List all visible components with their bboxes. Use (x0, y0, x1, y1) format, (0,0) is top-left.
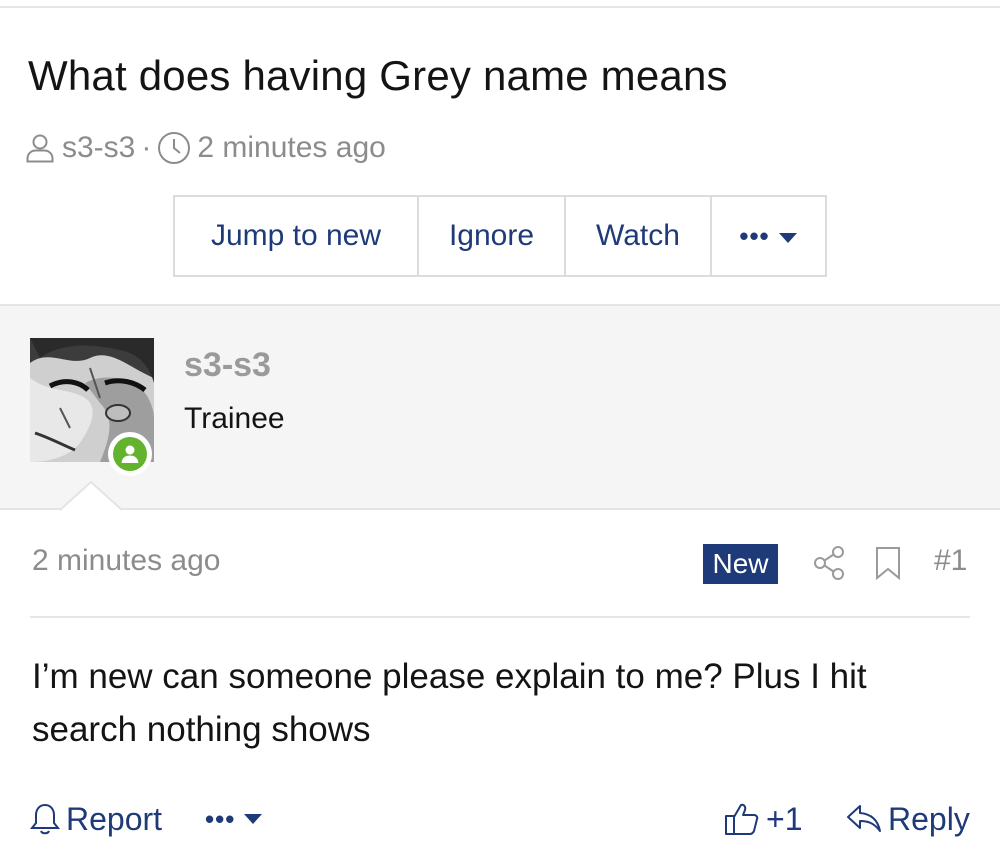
bell-icon (30, 802, 60, 836)
post-divider (30, 616, 970, 618)
bookmark-icon[interactable] (873, 545, 903, 586)
reply-label: Reply (888, 800, 970, 837)
thumbs-up-icon (724, 801, 760, 837)
online-status-icon (108, 432, 152, 476)
caret-down-icon (778, 219, 798, 253)
ignore-button[interactable]: Ignore (419, 197, 566, 275)
report-label: Report (66, 800, 163, 837)
react-button[interactable]: +1 (724, 796, 802, 842)
user-panel-pointer (59, 480, 123, 512)
reply-icon (846, 803, 882, 835)
report-button[interactable]: Report (30, 796, 162, 842)
new-badge: New (703, 544, 778, 584)
thread-author-link[interactable]: s3-s3 (62, 131, 135, 165)
post-user-panel: s3-s3 Trainee (0, 304, 1000, 510)
react-label: +1 (766, 800, 803, 837)
post-more-button[interactable]: ••• (205, 796, 263, 842)
top-divider (0, 6, 1000, 8)
caret-down-icon (243, 812, 263, 826)
jump-to-new-button[interactable]: Jump to new (175, 197, 419, 275)
watch-button[interactable]: Watch (566, 197, 712, 275)
post-more-dots: ••• (205, 803, 236, 834)
meta-separator: · (141, 131, 152, 164)
thread-time[interactable]: 2 minutes ago (197, 131, 385, 165)
post-time[interactable]: 2 minutes ago (32, 544, 220, 578)
thread-title: What does having Grey name means (28, 52, 728, 99)
post-number-link[interactable]: #1 (934, 544, 967, 578)
clock-icon (157, 131, 191, 165)
post-username[interactable]: s3-s3 (184, 346, 271, 385)
user-title: Trainee (184, 402, 285, 435)
share-icon[interactable] (812, 545, 846, 586)
reply-button[interactable]: Reply (846, 796, 970, 842)
more-dots: ••• (739, 220, 770, 251)
more-options-button[interactable]: ••• (712, 197, 825, 275)
thread-meta: s3-s3 · 2 minutes ago (24, 128, 386, 168)
thread-action-bar: Jump to new Ignore Watch ••• (173, 195, 827, 277)
post-body: I’m new can someone please explain to me… (32, 657, 867, 749)
user-icon (24, 132, 56, 164)
